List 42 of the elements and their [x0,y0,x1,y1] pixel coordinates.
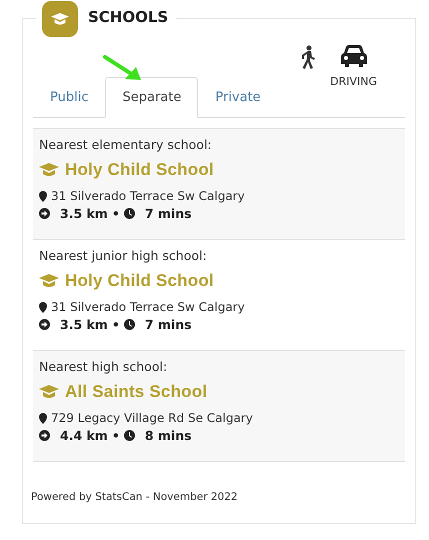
school-name[interactable]: All Saints School [65,382,208,402]
driving-mode-button[interactable] [340,45,367,67]
walking-mode-button[interactable] [300,45,316,69]
school-type-tab[interactable]: Separate [105,77,198,118]
duration-text: 7 mins [144,317,192,332]
footer-credit: Powered by StatsCan - November 2022 [31,491,238,503]
graduation-cap-icon [51,12,69,26]
distance-text: 3.5 km [60,206,108,221]
pointer-arrow-icon [103,55,143,81]
school-level-label: Nearest high school: [39,359,168,374]
distance-text: 3.5 km [60,317,108,332]
map-pin-icon [39,412,47,424]
graduation-cap-icon [39,274,59,288]
school-name[interactable]: Holy Child School [65,271,214,291]
duration-text: 8 mins [144,428,192,443]
separator-dot: • [112,428,120,443]
car-icon [340,45,367,67]
walking-person-icon [300,45,316,69]
travel-mode-label: DRIVING [330,75,377,88]
school-level-label: Nearest junior high school: [39,248,208,263]
school-address: 729 Legacy Village Rd Se Calgary [51,411,253,425]
map-pin-icon [39,302,47,312]
school-level-label: Nearest elementary school: [39,137,213,152]
duration-text: 7 mins [144,206,192,221]
school-type-tab[interactable]: Public [33,77,106,117]
card-title: SCHOOLS [88,8,168,26]
separator-dot: • [112,206,120,221]
direction-arrow-icon [39,319,50,330]
clock-icon [124,319,135,330]
direction-arrow-icon [39,208,50,219]
clock-icon [124,430,135,441]
school-address: 31 Silverado Terrace Sw Calgary [51,300,245,314]
map-pin-icon [39,190,47,202]
distance-text: 4.4 km [60,428,108,443]
school-type-tab[interactable]: Private [198,77,278,117]
school-address: 31 Silverado Terrace Sw Calgary [51,189,245,203]
school-name[interactable]: Holy Child School [65,160,214,180]
graduation-cap-icon [39,385,59,399]
clock-icon [124,208,135,219]
graduation-cap-icon [39,163,59,177]
separator-dot: • [112,317,120,332]
direction-arrow-icon [39,430,50,441]
